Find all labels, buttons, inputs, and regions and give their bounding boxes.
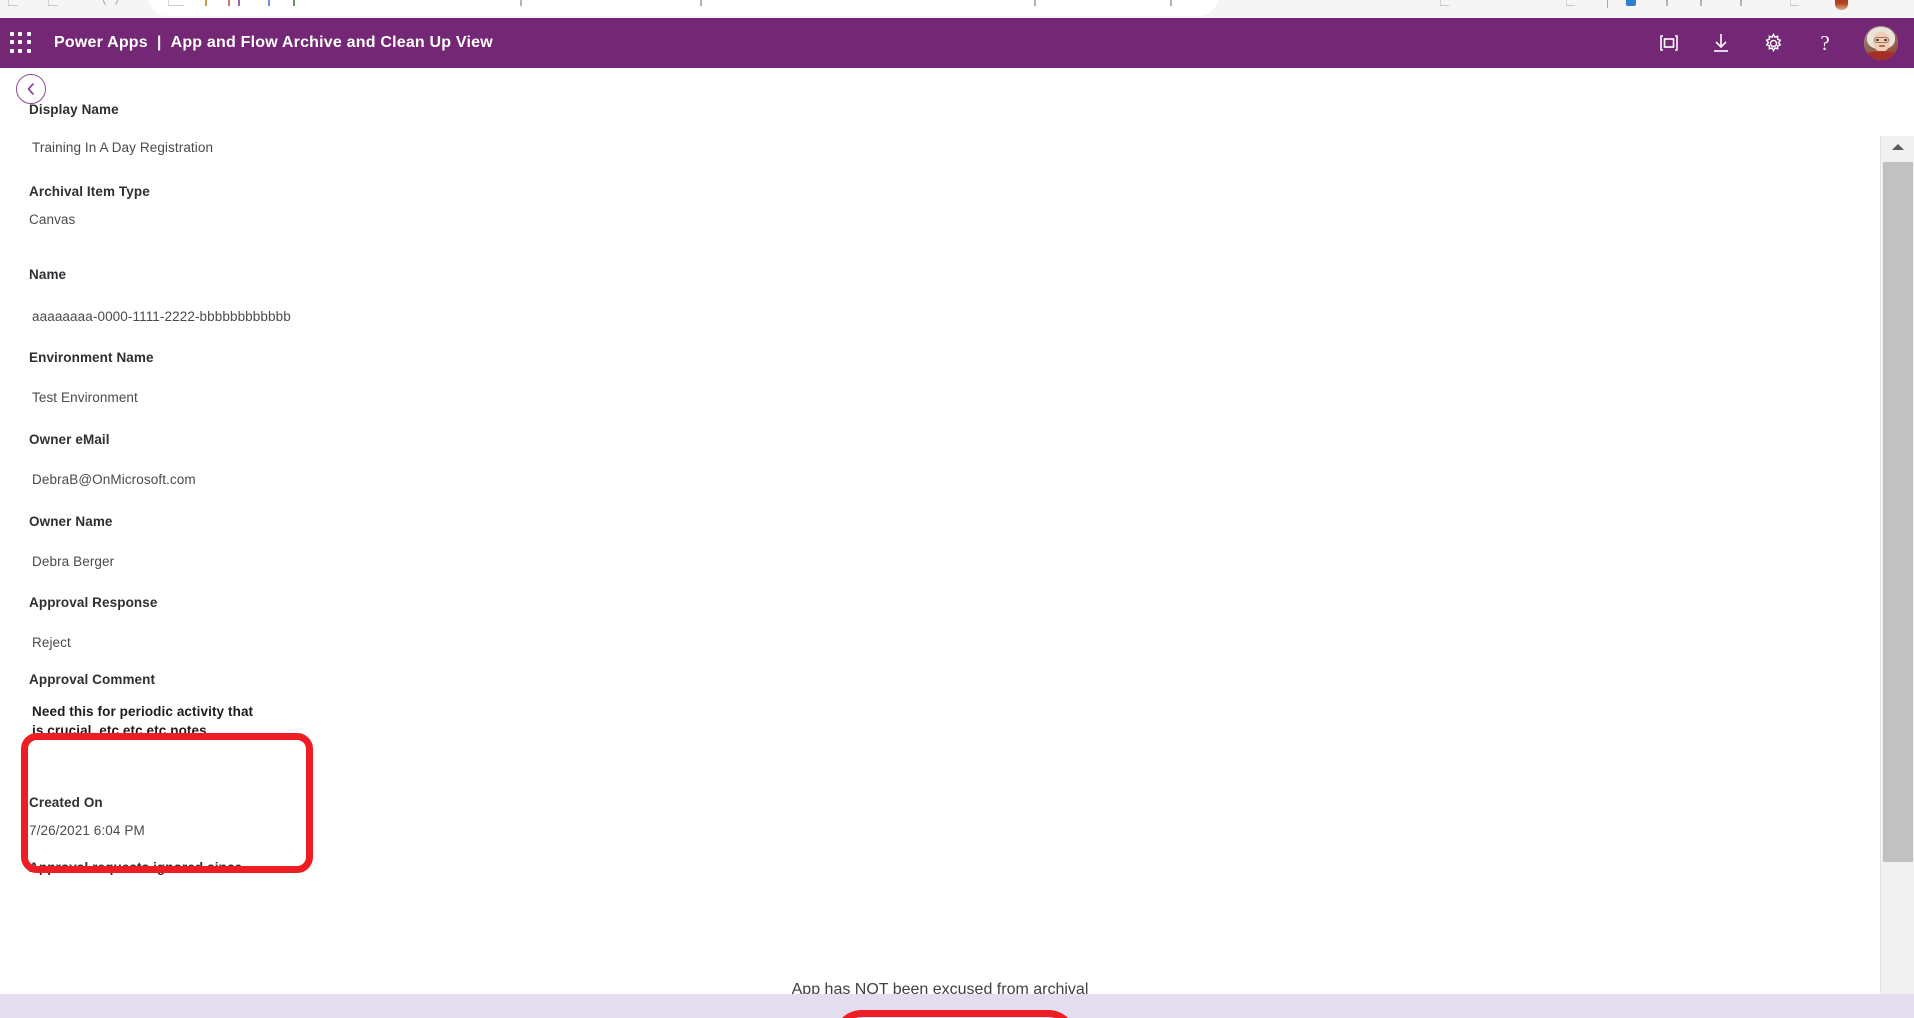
chrome-mark-8: [1034, 0, 1036, 6]
field-label-created-on: Created On: [29, 795, 103, 810]
bottom-strip: [0, 994, 1914, 1018]
scroll-up-arrow[interactable]: [1881, 136, 1914, 158]
chrome-mark-15: [1740, 0, 1742, 6]
help-icon[interactable]: ?: [1812, 30, 1838, 56]
chrome-mark-3: [238, 0, 240, 6]
chrome-mark-11: [1566, 0, 1575, 6]
chrome-mark-2: [228, 0, 230, 6]
chrome-mark-7: [700, 0, 702, 6]
chrome-mark-16: [1790, 0, 1799, 6]
back-button[interactable]: [16, 74, 46, 104]
browser-site-icon: [168, 0, 184, 6]
field-label-approval-requests-ignored-since: Approval requests ignored since: [29, 860, 243, 875]
scrollbar-thumb[interactable]: [1883, 162, 1913, 862]
field-label-environment-name: Environment Name: [29, 350, 154, 365]
field-value-environment-name: Test Environment: [32, 390, 138, 405]
field-label-archival-item-type: Archival Item Type: [29, 184, 150, 199]
field-value-approval-response: Reject: [32, 635, 71, 650]
field-label-display-name: Display Name: [29, 102, 119, 117]
chrome-mark-4: [268, 0, 270, 6]
field-value-display-name: Training In A Day Registration: [32, 140, 214, 155]
view-title-label: App and Flow Archive and Clean Up View: [170, 34, 493, 51]
browser-back-icon: [8, 0, 18, 6]
gear-icon[interactable]: [1760, 30, 1786, 56]
chrome-mark-14: [1700, 0, 1702, 6]
field-value-created-on: 7/26/2021 6:04 PM: [29, 823, 145, 838]
power-apps-window: Power Apps | App and Flow Archive and Cl…: [0, 0, 1914, 1018]
user-avatar[interactable]: [1864, 26, 1898, 60]
field-value-owner-email: DebraB@OnMicrosoft.com: [32, 472, 196, 487]
field-label-approval-response: Approval Response: [29, 595, 158, 610]
app-canvas: Display Name Training In A Day Registrat…: [0, 68, 1914, 1018]
download-icon[interactable]: [1708, 30, 1734, 56]
field-label-owner-email: Owner eMail: [29, 432, 110, 447]
field-label-name: Name: [29, 267, 67, 282]
title-separator: |: [156, 34, 162, 51]
field-label-owner-name: Owner Name: [29, 514, 113, 529]
browser-reload-icon: [103, 0, 118, 7]
field-value-name: aaaaaaaa-0000-1111-2222-bbbbbbbbbbbb: [32, 309, 291, 324]
vertical-scrollbar[interactable]: [1880, 136, 1914, 1016]
field-value-owner-name: Debra Berger: [32, 554, 115, 569]
brand-label: Power Apps: [54, 34, 148, 51]
field-value-archival-item-type: Canvas: [29, 212, 76, 227]
field-value-approval-comment: Need this for periodic activity that is …: [32, 704, 254, 739]
chrome-mark-10: [1440, 0, 1449, 6]
chrome-mark-6: [520, 0, 522, 6]
browser-extension-icon: [1626, 0, 1636, 6]
chrome-mark-12: [1607, 0, 1617, 8]
browser-forward-icon: [48, 0, 58, 6]
chrome-mark-5: [293, 0, 295, 6]
field-label-approval-comment: Approval Comment: [29, 672, 156, 687]
fullscreen-icon[interactable]: [1656, 30, 1682, 56]
browser-profile-icon: [1835, 0, 1848, 10]
chrome-mark-1: [205, 0, 207, 6]
app-header-actions: ?: [1656, 26, 1914, 60]
browser-address-bar[interactable]: [148, 0, 1218, 16]
app-title: Power Apps | App and Flow Archive and Cl…: [54, 34, 493, 52]
chrome-mark-13: [1666, 0, 1668, 6]
app-launcher-waffle-icon[interactable]: [10, 32, 32, 54]
app-header-bar: Power Apps | App and Flow Archive and Cl…: [0, 18, 1914, 68]
browser-chrome-sliver: [0, 0, 1914, 18]
chrome-mark-9: [1170, 0, 1172, 6]
